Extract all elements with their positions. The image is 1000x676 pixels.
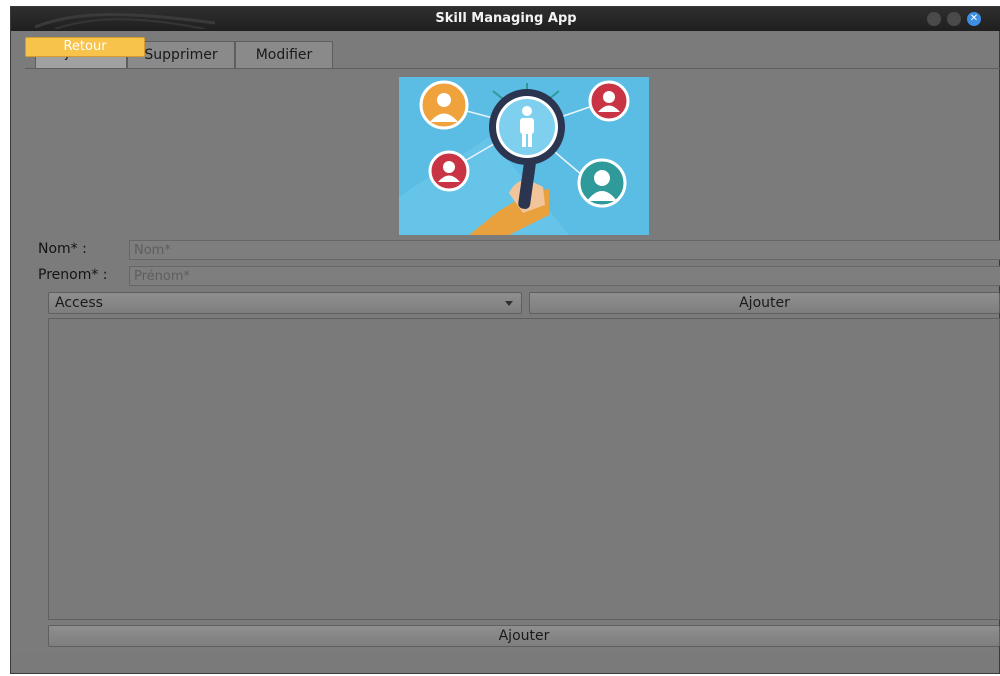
chevron-down-icon bbox=[505, 301, 513, 306]
maximize-button[interactable] bbox=[947, 12, 961, 26]
skill-select[interactable]: Access bbox=[48, 292, 522, 314]
retour-button[interactable]: Retour bbox=[25, 37, 145, 57]
window-footer bbox=[11, 653, 999, 673]
people-search-illustration bbox=[399, 77, 649, 235]
tab-divider bbox=[25, 68, 1000, 69]
tab-label: Supprimer bbox=[144, 47, 218, 63]
main-content: Ajouter Supprimer Modifier Retour bbox=[25, 35, 1000, 653]
skills-list[interactable] bbox=[48, 318, 1000, 620]
nom-label: Nom* : bbox=[38, 241, 87, 257]
minimize-button[interactable] bbox=[927, 12, 941, 26]
nom-input[interactable] bbox=[129, 240, 1000, 260]
tab-modifier[interactable]: Modifier bbox=[235, 41, 333, 68]
skill-select-value: Access bbox=[55, 295, 103, 311]
app-window: Skill Managing App ✕ Ajouter Supprimer M… bbox=[10, 6, 1000, 674]
tab-label: Modifier bbox=[255, 47, 313, 63]
submit-button[interactable]: Ajouter bbox=[48, 625, 1000, 647]
prenom-label: Prenom* : bbox=[38, 267, 108, 283]
close-button[interactable]: ✕ bbox=[967, 12, 981, 26]
title-bar[interactable]: Skill Managing App ✕ bbox=[11, 7, 1000, 31]
add-skill-button[interactable]: Ajouter bbox=[529, 292, 1000, 314]
prenom-input[interactable] bbox=[129, 266, 1000, 286]
window-title: Skill Managing App bbox=[435, 11, 577, 26]
